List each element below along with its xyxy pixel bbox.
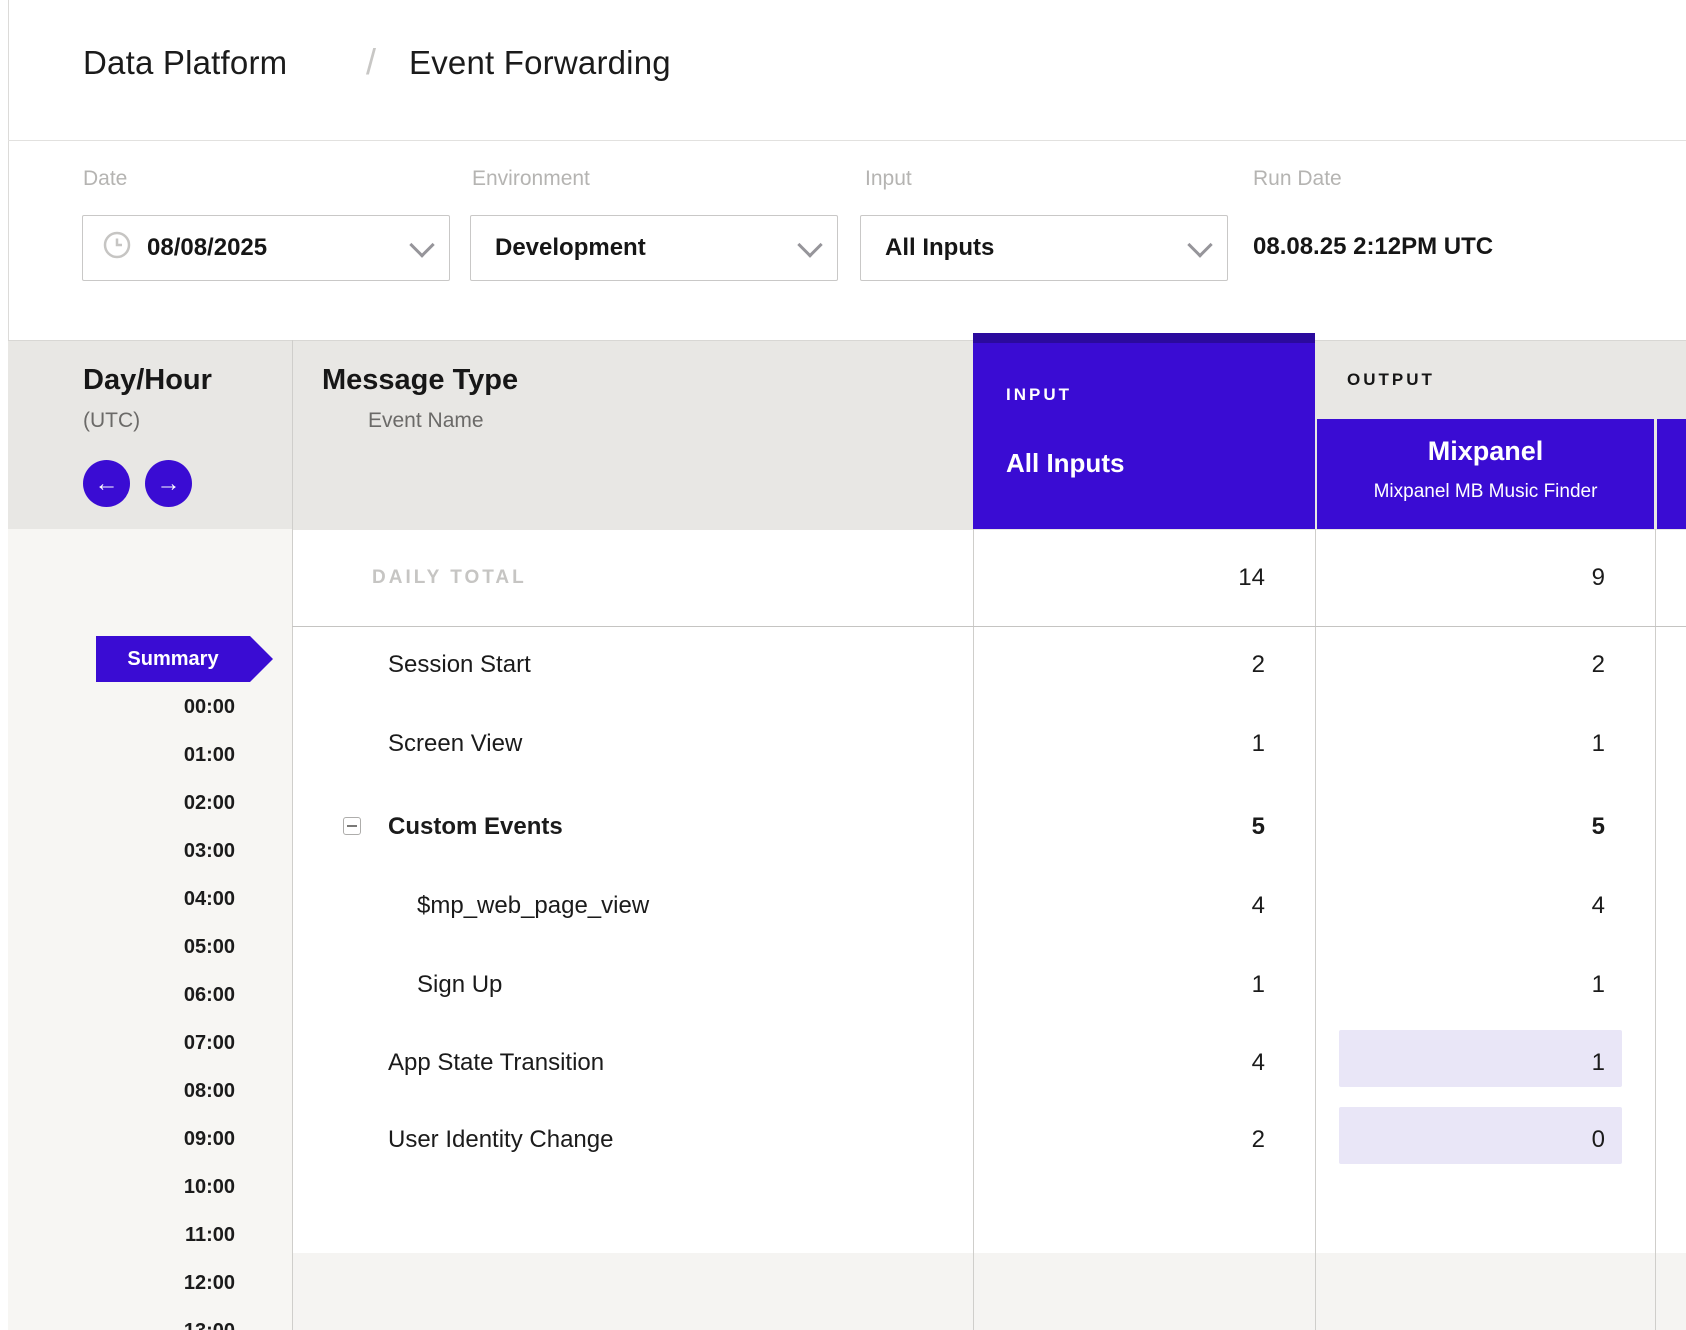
hour-cell-10[interactable]: 10:00	[0, 1174, 235, 1200]
event-forwarding-page: Data Platform / Event Forwarding Date En…	[0, 0, 1686, 1330]
next-day-button[interactable]: →	[145, 460, 192, 507]
output-column-header[interactable]: Mixpanel Mixpanel MB Music Finder	[1317, 419, 1654, 529]
chevron-down-icon	[409, 232, 434, 257]
table-footer-area	[292, 1253, 1686, 1330]
hour-cell-04[interactable]: 04:00	[0, 886, 235, 912]
arrow-right-icon: →	[157, 472, 181, 496]
chevron-down-icon	[797, 232, 822, 257]
daily-total-row: DAILY TOTAL 14 9	[292, 529, 1686, 626]
environment-select[interactable]: Development	[470, 215, 838, 281]
output-count: 0	[1592, 1104, 1605, 1176]
hour-cell-00[interactable]: 00:00	[0, 694, 235, 720]
summary-row-badge[interactable]: Summary	[96, 636, 273, 682]
event-name-label: User Identity Change	[388, 1104, 613, 1176]
chevron-down-icon	[1187, 232, 1212, 257]
table-row: App State Transition 4 1	[292, 1027, 1686, 1099]
message-type-subtitle: Event Name	[368, 409, 484, 433]
event-name-label: App State Transition	[388, 1027, 604, 1099]
hour-cell-12[interactable]: 12:00	[0, 1270, 235, 1296]
output-eyebrow: OUTPUT	[1347, 370, 1435, 390]
input-count: 1	[1252, 949, 1265, 1021]
event-name-label: Sign Up	[417, 949, 502, 1021]
page-title: Event Forwarding	[409, 44, 671, 82]
daily-total-label: DAILY TOTAL	[372, 529, 527, 626]
clock-icon	[103, 231, 131, 264]
input-count: 1	[1252, 708, 1265, 780]
daily-total-separator	[292, 626, 1686, 627]
environment-filter-label: Environment	[472, 167, 590, 191]
table-row-group: Custom Events 5 5	[292, 791, 1686, 863]
output-column-name: Mixpanel	[1317, 436, 1654, 467]
hour-cell-03[interactable]: 03:00	[0, 838, 235, 864]
output-count: 1	[1592, 1027, 1605, 1099]
hour-cell-13[interactable]: 13:00	[0, 1318, 235, 1330]
input-column-name: All Inputs	[1006, 448, 1124, 479]
arrow-left-icon: ←	[95, 472, 119, 496]
breadcrumb-section[interactable]: Data Platform	[83, 44, 287, 82]
hour-cell-09[interactable]: 09:00	[0, 1126, 235, 1152]
output-count: 1	[1592, 949, 1605, 1021]
daily-total-output-value: 9	[1592, 529, 1605, 626]
breadcrumb-separator: /	[366, 41, 376, 83]
input-count: 2	[1252, 1104, 1265, 1176]
input-eyebrow: INPUT	[1006, 385, 1072, 405]
output-count: 2	[1592, 629, 1605, 701]
table-row: $mp_web_page_view 4 4	[292, 870, 1686, 942]
hour-cell-11[interactable]: 11:00	[0, 1222, 235, 1248]
input-column-header[interactable]: INPUT All Inputs	[973, 333, 1315, 529]
prev-day-button[interactable]: ←	[83, 460, 130, 507]
table-row: User Identity Change 2 0	[292, 1104, 1686, 1176]
date-select[interactable]: 08/08/2025	[82, 215, 450, 281]
event-name-label: Session Start	[388, 629, 531, 701]
input-count: 4	[1252, 870, 1265, 942]
output-column-subtitle: Mixpanel MB Music Finder	[1317, 481, 1654, 503]
table-row: Sign Up 1 1	[292, 949, 1686, 1021]
input-count: 4	[1252, 1027, 1265, 1099]
input-filter-label: Input	[865, 167, 912, 191]
hour-cell-06[interactable]: 06:00	[0, 982, 235, 1008]
event-group-label: Custom Events	[388, 791, 563, 863]
input-count: 5	[1252, 791, 1265, 863]
next-output-column-partial	[1657, 419, 1686, 529]
hour-cell-07[interactable]: 07:00	[0, 1030, 235, 1056]
date-filter-label: Date	[83, 167, 127, 191]
input-column-accent-strip	[973, 333, 1315, 343]
hour-cell-01[interactable]: 01:00	[0, 742, 235, 768]
hour-cell-02[interactable]: 02:00	[0, 790, 235, 816]
header-divider	[8, 140, 1686, 141]
daily-total-input-value: 14	[1238, 529, 1265, 626]
input-count: 2	[1252, 629, 1265, 701]
table-row: Session Start 2 2	[292, 629, 1686, 701]
event-name-label: Screen View	[388, 708, 522, 780]
table-row: Screen View 1 1	[292, 708, 1686, 780]
summary-label: Summary	[127, 648, 218, 671]
hour-cell-05[interactable]: 05:00	[0, 934, 235, 960]
environment-value: Development	[495, 234, 646, 262]
hour-cell-08[interactable]: 08:00	[0, 1078, 235, 1104]
input-select[interactable]: All Inputs	[860, 215, 1228, 281]
date-value: 08/08/2025	[147, 234, 267, 262]
message-type-header: Message Type	[322, 364, 518, 397]
run-date-value: 08.08.25 2:12PM UTC	[1253, 233, 1493, 261]
output-count: 5	[1592, 791, 1605, 863]
output-count: 1	[1592, 708, 1605, 780]
day-hour-subtitle: (UTC)	[83, 409, 140, 433]
collapse-minus-icon[interactable]	[343, 817, 361, 835]
run-date-label: Run Date	[1253, 167, 1342, 191]
event-name-label: $mp_web_page_view	[417, 870, 649, 942]
input-value: All Inputs	[885, 234, 994, 262]
day-hour-header: Day/Hour	[83, 364, 212, 397]
output-count: 4	[1592, 870, 1605, 942]
